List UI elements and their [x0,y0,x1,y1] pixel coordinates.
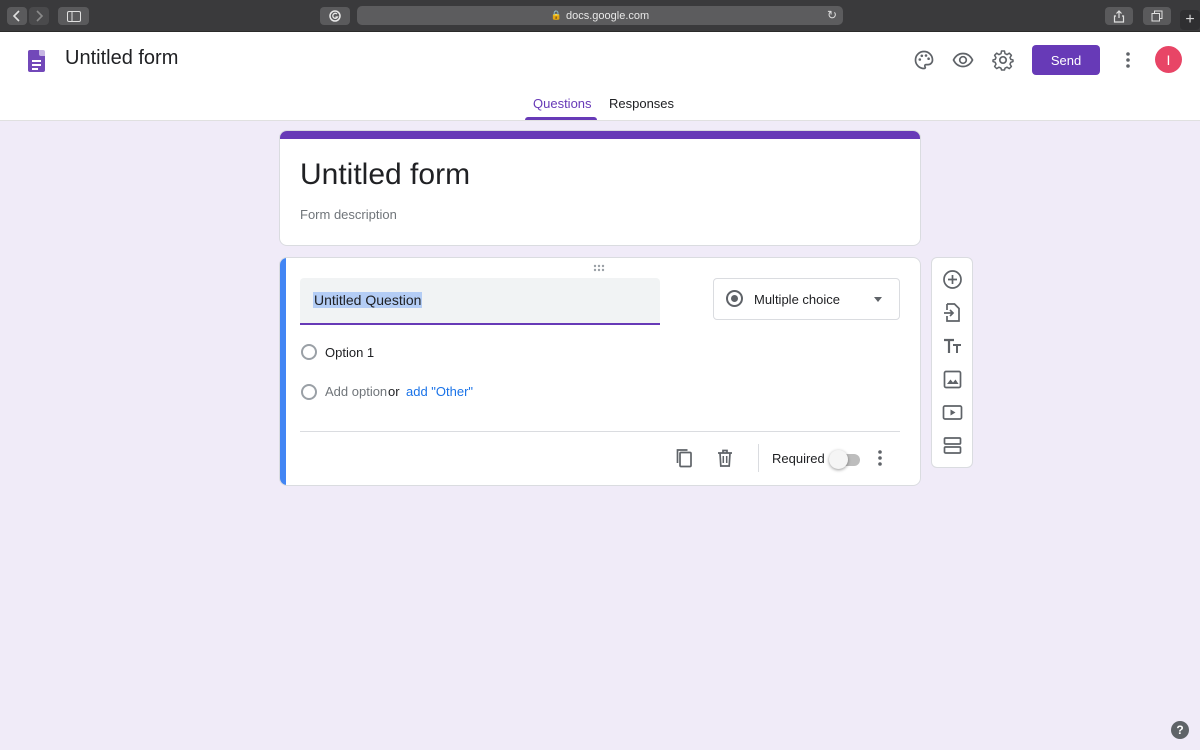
add-video-icon[interactable] [942,402,963,423]
tab-responses[interactable]: Responses [609,96,674,111]
question-side-toolbar [931,257,973,468]
active-tab-indicator [525,117,597,120]
footer-vertical-divider [758,444,759,472]
form-header-card: Untitled form Form description [279,130,921,246]
help-icon[interactable]: ? [1171,721,1189,739]
import-questions-icon[interactable] [942,302,963,323]
radio-button-icon [726,290,743,307]
question-more-icon[interactable] [871,448,889,468]
share-button[interactable] [1105,7,1133,25]
avatar[interactable]: I [1155,46,1182,73]
required-label: Required [772,451,825,466]
tabs-overview-button[interactable] [1143,7,1171,25]
or-text: or [388,384,400,399]
address-bar[interactable]: 🔒 docs.google.com ↻ [357,6,843,25]
document-title[interactable]: Untitled form [65,47,178,70]
duplicate-icon[interactable] [674,448,694,468]
send-button[interactable]: Send [1032,45,1100,75]
reload-icon[interactable]: ↻ [827,8,837,22]
header-accent-stripe [280,131,920,139]
sidebar-toggle-button[interactable] [58,7,89,25]
palette-icon[interactable] [913,49,935,71]
caret-down-icon [874,297,882,302]
url-text: docs.google.com [566,9,650,22]
required-toggle-thumb[interactable] [829,450,848,469]
question-type-label: Multiple choice [754,292,840,307]
browser-toolbar: 🔒 docs.google.com ↻ + [0,0,1200,32]
google-forms-logo[interactable] [28,50,45,72]
tabs-icon [1151,10,1163,22]
add-option-link[interactable]: Add option [325,384,387,399]
share-icon [1113,9,1125,23]
add-section-icon[interactable] [942,435,963,456]
form-title[interactable]: Untitled form [300,158,470,192]
add-title-icon[interactable] [942,336,963,357]
chevron-right-icon [36,10,44,22]
more-vert-icon[interactable] [1118,49,1138,71]
option-label[interactable]: Option 1 [325,345,374,360]
forward-button[interactable] [29,7,49,25]
question-card: Untitled Question Multiple choice Option… [279,257,921,486]
question-title-input[interactable]: Untitled Question [300,278,660,325]
gear-icon[interactable] [992,49,1014,71]
form-description[interactable]: Form description [300,207,397,222]
tab-questions[interactable]: Questions [533,96,592,111]
question-type-dropdown[interactable]: Multiple choice [713,278,900,320]
chevron-left-icon [12,10,20,22]
add-question-icon[interactable] [942,269,963,290]
eye-icon[interactable] [952,49,974,71]
sidebar-icon [66,10,81,22]
back-button[interactable] [7,7,27,25]
add-option-radio [301,384,317,400]
grammarly-icon [329,10,341,22]
add-image-icon[interactable] [942,369,963,390]
extension-button[interactable] [320,7,350,25]
active-question-indicator [280,258,286,485]
add-other-link[interactable]: add "Other" [406,384,473,399]
question-footer-divider [300,431,900,432]
trash-icon[interactable] [715,448,735,468]
option-radio [301,344,317,360]
question-title-text: Untitled Question [313,292,423,308]
new-tab-button[interactable]: + [1180,10,1200,30]
drag-handle-icon[interactable] [593,264,609,272]
app-header: Untitled form Send I Questions Responses [0,32,1200,121]
lock-icon: 🔒 [550,10,563,20]
